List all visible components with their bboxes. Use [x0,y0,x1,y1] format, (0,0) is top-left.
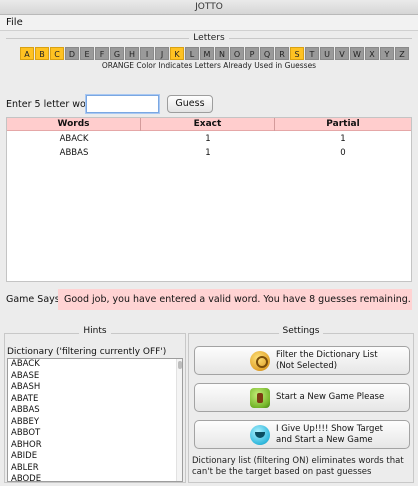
list-item[interactable]: ABBEY [8,417,182,429]
list-item[interactable]: ABIDE [8,451,182,463]
column-header-partial[interactable]: Partial [275,118,411,131]
dictionary-header: Dictionary ('filtering currently OFF') [7,347,167,357]
letter-tile-f: F [95,47,109,60]
letter-tile-n: N [215,47,229,60]
hints-panel: Hints Dictionary ('filtering currently O… [4,326,186,483]
letter-tile-g: G [110,47,124,60]
list-item[interactable]: ABASE [8,371,182,383]
word-input[interactable] [86,95,159,113]
window-title: JOTTO [0,0,418,15]
letter-tile-t: T [305,47,319,60]
cell-exact: 1 [205,148,211,158]
menu-bar: File [0,15,418,31]
hints-title: Hints [79,326,111,336]
table-header: Words Exact Partial [7,118,411,131]
letter-tile-z: Z [395,47,409,60]
guess-button[interactable]: Guess [167,95,213,113]
letter-tile-x: X [365,47,379,60]
give-up-sublabel: and Start a New Game [276,434,373,445]
table-row[interactable]: ABACK 1 1 [7,132,411,146]
cell-exact: 1 [205,134,211,144]
letter-tile-c: C [50,47,64,60]
cell-word: ABACK [59,134,89,144]
dictionary-list[interactable]: ABACK ABASE ABASH ABATE ABBAS ABBEY ABBO… [7,358,183,482]
give-up-icon [250,424,270,445]
letter-tile-m: M [200,47,214,60]
letter-tile-i: I [140,47,154,60]
letters-row: ABCDEFGHIJKLMNOPQRSTUVWXYZ [20,47,409,61]
letter-tile-q: Q [260,47,274,60]
give-up-button[interactable]: I Give Up!!!! Show Target and Start a Ne… [194,420,410,449]
list-item[interactable]: ABACK [8,359,182,371]
word-input-label: Enter 5 letter word [6,99,96,110]
letter-tile-v: V [335,47,349,60]
list-item[interactable]: ABATE [8,394,182,406]
letter-tile-s: S [290,47,304,60]
list-item[interactable]: ABODE [8,474,182,481]
settings-title: Settings [278,326,324,336]
settings-panel: Settings Filter the Dictionary List (Not… [188,326,414,483]
new-game-button[interactable]: Start a New Game Please [194,383,410,412]
menu-file[interactable]: File [6,16,23,30]
cell-partial: 0 [340,148,346,158]
filter-dictionary-button[interactable]: Filter the Dictionary List (Not Selected… [194,346,410,375]
letter-tile-j: J [155,47,169,60]
letter-tile-h: H [125,47,139,60]
column-header-exact[interactable]: Exact [141,118,275,131]
list-item[interactable]: ABHOR [8,440,182,452]
letter-tile-a: A [20,47,34,60]
letter-tile-e: E [80,47,94,60]
letters-title: Letters [189,33,229,43]
guesses-table: Words Exact Partial ABACK 1 1 ABBAS 1 0 [6,117,412,282]
letters-panel: Letters ABCDEFGHIJKLMNOPQRSTUVWXYZ ORANG… [6,33,412,75]
letter-tile-p: P [245,47,259,60]
letter-tile-d: D [65,47,79,60]
column-header-words[interactable]: Words [7,118,141,131]
filter-button-status: (Not Selected) [276,360,338,371]
letter-tile-w: W [350,47,364,60]
game-says-label: Game Says: [6,294,63,305]
dictionary-scrollbar[interactable] [176,359,182,481]
settings-note: Dictionary list (filtering ON) eliminate… [192,456,404,477]
letter-tile-o: O [230,47,244,60]
filter-button-label: Filter the Dictionary List [276,350,378,360]
cell-partial: 1 [340,134,346,144]
scrollbar-thumb[interactable] [178,361,182,369]
letter-tile-l: L [185,47,199,60]
letter-tile-y: Y [380,47,394,60]
letter-tile-r: R [275,47,289,60]
game-message: Good job, you have entered a valid word.… [58,289,412,310]
letter-tile-k: K [170,47,184,60]
list-item[interactable]: ABLER [8,463,182,475]
cell-word: ABBAS [59,148,89,158]
filter-icon [250,350,270,371]
give-up-label: I Give Up!!!! Show Target [276,424,384,434]
list-item[interactable]: ABBAS [8,405,182,417]
list-item[interactable]: ABBOT [8,428,182,440]
new-game-icon [250,387,270,408]
table-row[interactable]: ABBAS 1 0 [7,146,411,160]
new-game-label: Start a New Game Please [276,392,385,403]
letter-tile-u: U [320,47,334,60]
list-item[interactable]: ABASH [8,382,182,394]
letter-tile-b: B [35,47,49,60]
letters-note: ORANGE Color Indicates Letters Already U… [101,61,317,70]
